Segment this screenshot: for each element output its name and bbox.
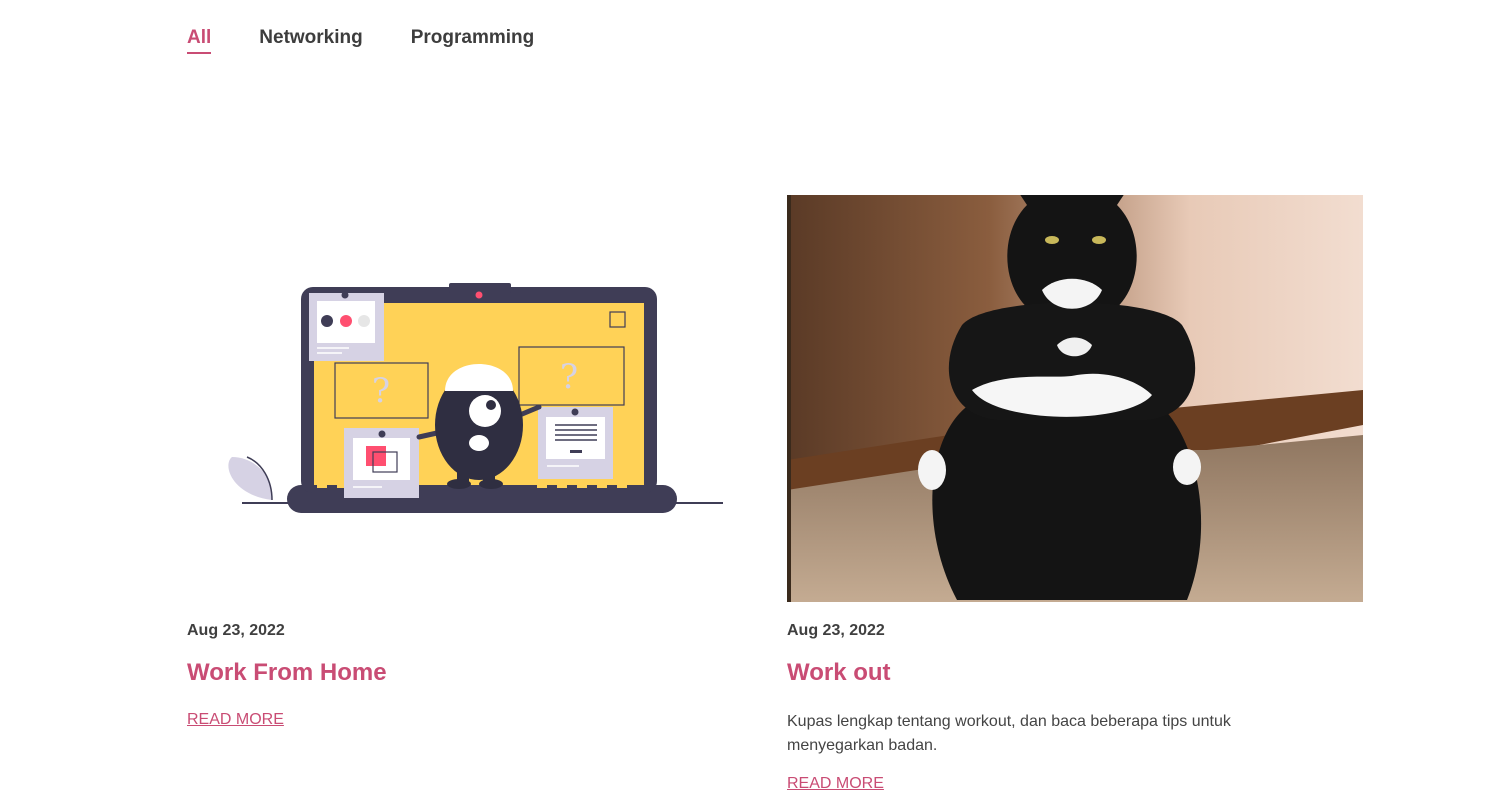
post-title[interactable]: Work out bbox=[787, 659, 891, 687]
post-date: Aug 23, 2022 bbox=[787, 622, 885, 639]
post-excerpt: Kupas lengkap tentang workout, dan baca … bbox=[787, 713, 1231, 754]
post-date: Aug 23, 2022 bbox=[187, 622, 285, 639]
tab-all[interactable]: All bbox=[187, 26, 212, 54]
tab-networking[interactable]: Networking bbox=[259, 26, 362, 54]
post-card-work-out: Aug 23, 2022 Work out Kupas lengkap tent… bbox=[787, 195, 1363, 792]
category-tabs: All Networking Programming bbox=[187, 26, 534, 54]
svg-text:?: ? bbox=[372, 371, 390, 411]
tab-programming[interactable]: Programming bbox=[411, 26, 535, 54]
read-more-link[interactable]: READ MORE bbox=[187, 711, 284, 729]
svg-text:?: ? bbox=[560, 357, 578, 397]
black-white-cat-photo[interactable] bbox=[787, 195, 1363, 602]
work-from-home-illustration[interactable]: ? ? bbox=[187, 195, 763, 602]
read-more-link[interactable]: READ MORE bbox=[787, 775, 884, 793]
post-title[interactable]: Work From Home bbox=[187, 659, 387, 687]
post-card-work-from-home: ? ? Aug 23, 2022 Work From Home READ MOR… bbox=[187, 195, 763, 728]
